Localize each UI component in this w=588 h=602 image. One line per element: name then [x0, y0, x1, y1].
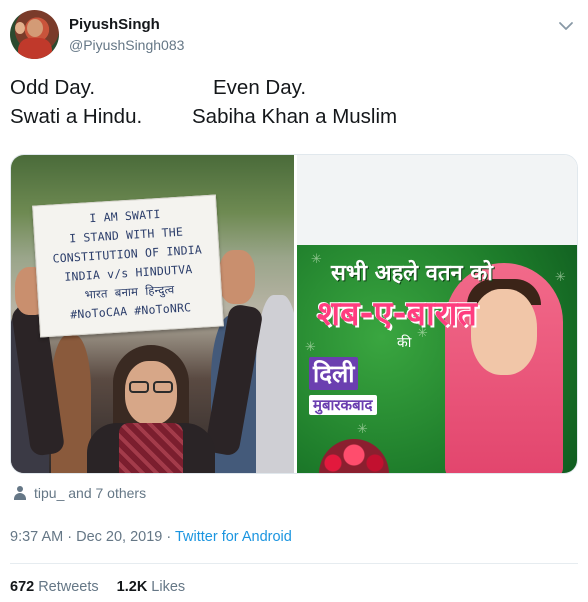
meta-separator: ·: [63, 529, 77, 545]
retweets-stat[interactable]: 672 Retweets: [10, 579, 99, 595]
retweeted-by[interactable]: tipu_ and 7 others: [14, 483, 146, 503]
background-person: [256, 295, 294, 473]
tweet-time[interactable]: 9:37 AM: [10, 529, 63, 545]
tweet-date[interactable]: Dec 20, 2019: [76, 529, 162, 545]
tweet-stats: 672 Retweets 1.2K Likes: [10, 579, 185, 595]
likes-count: 1.2K: [116, 579, 148, 595]
tweet-media[interactable]: I AM SWATI I STAND WITH THE CONSTITUTION…: [10, 154, 578, 474]
likes-label: Likes: [151, 579, 186, 595]
chevron-down-icon[interactable]: [556, 16, 576, 36]
card-headline: सभी अहले वतन को: [331, 261, 493, 286]
likes-stat[interactable]: 1.2K Likes: [117, 579, 186, 595]
card-ki: की: [397, 335, 412, 351]
tweet-meta: 9:37 AM · Dec 20, 2019 · Twitter for And…: [10, 529, 292, 545]
retweets-label: Retweets: [38, 579, 99, 595]
person-icon: [14, 486, 26, 500]
glasses: [127, 381, 175, 393]
flower-bouquet: [319, 439, 389, 473]
card-dili: दिली: [309, 357, 359, 390]
media-photo-left[interactable]: I AM SWATI I STAND WITH THE CONSTITUTION…: [11, 155, 294, 473]
author-display-name[interactable]: PiyushSingh: [69, 16, 160, 33]
retweets-count: 672: [10, 579, 35, 595]
greeting-card: ✳ ✳ ✳ ✳ ✳ सभी अहले वतन को शब-ए-बारात की …: [297, 245, 577, 473]
tweet-text-right: Sabiha Khan a Muslim: [192, 105, 398, 128]
divider: [10, 563, 578, 564]
tweet-text-right: Even Day.: [213, 76, 307, 99]
avatar-shirt: [18, 38, 52, 59]
media-photo-right[interactable]: ✳ ✳ ✳ ✳ ✳ सभी अहले वतन को शब-ए-बारात की …: [297, 155, 577, 473]
card-mubarakbad: मुबारकबाद: [309, 395, 377, 415]
tweet-text: Odd Day. Even Day. Swati a Hindu. Sabiha…: [10, 73, 570, 131]
tweet-text-line: Odd Day. Even Day.: [10, 73, 570, 102]
protest-sign: I AM SWATI I STAND WITH THE CONSTITUTION…: [32, 194, 224, 338]
tweet-text-left: Odd Day.: [10, 76, 96, 99]
right-hand: [219, 250, 255, 304]
avatar-face: [27, 19, 43, 37]
tweet-source-link[interactable]: Twitter for Android: [175, 529, 292, 545]
avatar[interactable]: [10, 10, 59, 59]
meta-separator: ·: [162, 529, 175, 545]
avatar-child-figure: [15, 22, 25, 34]
card-title: शब-ए-बारात: [317, 294, 477, 334]
retweeted-by-label: tipu_ and 7 others: [34, 485, 147, 501]
tweet-text-line: Swati a Hindu. Sabiha Khan a Muslim: [10, 102, 570, 131]
sparkle-icon: ✳: [305, 339, 316, 354]
face: [471, 289, 537, 375]
author-handle[interactable]: @PiyushSingh083: [69, 37, 184, 53]
scarf: [119, 423, 183, 473]
face: [125, 361, 177, 425]
sparkle-icon: ✳: [357, 421, 368, 436]
tweet-header: PiyushSingh @PiyushSingh083: [10, 10, 578, 62]
tweet-text-left: Swati a Hindu.: [10, 105, 143, 128]
protester-figure: [75, 323, 225, 473]
